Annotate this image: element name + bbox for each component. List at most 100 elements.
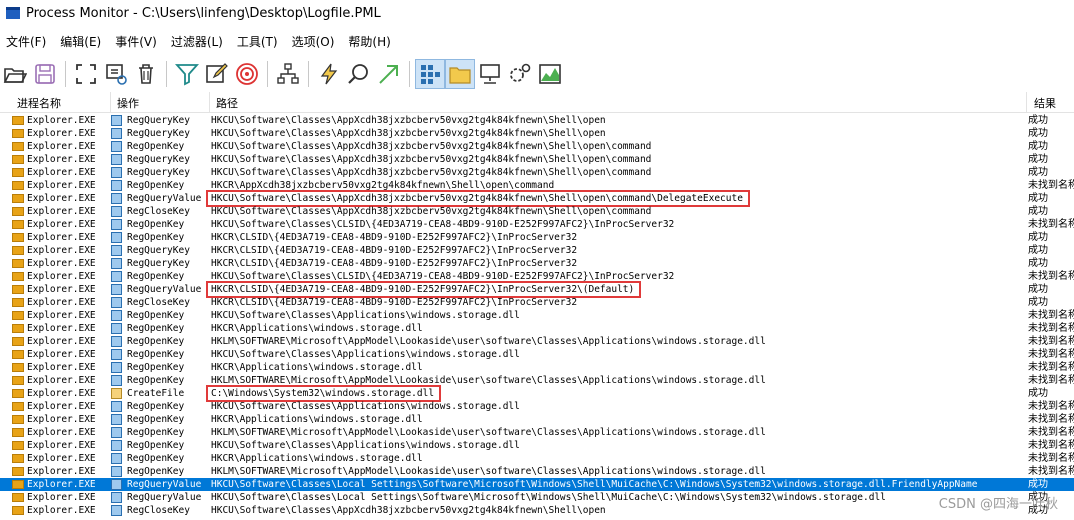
process-icon [12,207,24,216]
table-row[interactable]: Explorer.EXE RegOpenKey HKCU\Software\Clas… [0,439,1074,452]
registry-op-icon [111,284,122,295]
process-icon [12,493,24,502]
process-icon [12,116,24,125]
result-cell: 成功 [1028,115,1048,126]
operation-cell: RegQueryKey [127,167,190,178]
table-row[interactable]: Explorer.EXE RegOpenKey HKCU\Software\Clas… [0,400,1074,413]
table-row[interactable]: Explorer.EXE RegQueryValue HKCU\Software\C… [0,491,1074,504]
lightning-icon[interactable] [314,59,344,89]
network-activity-icon[interactable] [475,59,505,89]
process-icon [12,363,24,372]
table-row[interactable]: Explorer.EXE RegQueryKey HKCR\CLSID\{4ED3A… [0,257,1074,270]
process-name-cell: Explorer.EXE [27,219,96,230]
menu-help[interactable]: 帮助(H) [348,33,390,50]
table-row[interactable]: Explorer.EXE RegOpenKey HKCR\Applications\… [0,361,1074,374]
menu-options[interactable]: 选项(O) [292,33,335,50]
table-row[interactable]: Explorer.EXE RegOpenKey HKLM\SOFTWARE\Micr… [0,465,1074,478]
registry-op-icon [111,349,122,360]
process-icon [12,129,24,138]
table-row[interactable]: Explorer.EXE RegCloseKey HKCU\Software\Cla… [0,504,1074,517]
table-row[interactable]: Explorer.EXE RegOpenKey HKCR\Applications\… [0,322,1074,335]
filter-icon[interactable] [172,59,202,89]
operation-cell: RegOpenKey [127,375,185,386]
table-row[interactable]: Explorer.EXE RegOpenKey HKLM\SOFTWARE\Micr… [0,335,1074,348]
registry-op-icon [111,453,122,464]
result-cell: 未找到名称 [1028,414,1074,425]
path-cell: HKCU\Software\Classes\AppXcdh38jxzbcberv… [211,154,652,165]
column-divider[interactable] [209,92,210,112]
table-row[interactable]: Explorer.EXE RegOpenKey HKCU\Software\Clas… [0,140,1074,153]
process-name-cell: Explorer.EXE [27,440,96,451]
registry-op-icon [111,492,122,503]
filesystem-activity-icon[interactable] [445,59,475,89]
table-row[interactable]: Explorer.EXE RegCloseKey HKCU\Software\Cla… [0,205,1074,218]
process-icon [12,168,24,177]
table-row[interactable]: Explorer.EXE RegQueryKey HKCR\CLSID\{4ED3A… [0,244,1074,257]
table-row[interactable]: Explorer.EXE RegQueryValue HKCR\CLSID\{4ED… [0,281,1074,298]
menu-tools[interactable]: 工具(T) [237,33,278,50]
autoscroll-icon[interactable] [71,59,101,89]
process-icon [12,259,24,268]
table-row[interactable]: Explorer.EXE RegOpenKey HKCU\Software\Clas… [0,218,1074,231]
table-row[interactable]: Explorer.EXE RegQueryKey HKCU\Software\Cla… [0,114,1074,127]
registry-activity-icon[interactable] [415,59,445,89]
save-icon[interactable] [30,59,60,89]
result-cell: 未找到名称 [1028,427,1074,438]
process-tree-icon[interactable] [273,59,303,89]
profiling-activity-icon[interactable] [535,59,565,89]
process-name-cell: Explorer.EXE [27,323,96,334]
operation-cell: RegCloseKey [127,206,190,217]
table-row[interactable]: Explorer.EXE RegOpenKey HKCR\CLSID\{4ED3A7… [0,231,1074,244]
open-icon[interactable] [0,59,30,89]
process-name-cell: Explorer.EXE [27,492,96,503]
result-cell: 成功 [1028,479,1048,490]
table-row[interactable]: Explorer.EXE RegQueryKey HKCU\Software\Cla… [0,127,1074,140]
clear-icon[interactable] [131,59,161,89]
operation-cell: RegOpenKey [127,349,185,360]
column-process-name[interactable]: 进程名称 [17,95,61,111]
column-divider[interactable] [110,92,111,112]
table-row[interactable]: Explorer.EXE RegQueryKey HKCU\Software\Cla… [0,153,1074,166]
operation-cell: RegOpenKey [127,427,185,438]
table-row[interactable]: Explorer.EXE RegOpenKey HKCR\Applications\… [0,452,1074,465]
operation-cell: RegQueryValue [127,284,202,295]
menu-edit[interactable]: 编辑(E) [60,33,101,50]
registry-op-icon [111,466,122,477]
table-row[interactable]: Explorer.EXE RegOpenKey HKCU\Software\Clas… [0,348,1074,361]
capture-icon[interactable] [101,59,131,89]
table-row[interactable]: Explorer.EXE RegOpenKey HKCR\Applications\… [0,413,1074,426]
menu-event[interactable]: 事件(V) [115,33,157,50]
process-thread-activity-icon[interactable] [505,59,535,89]
result-cell: 成功 [1028,258,1048,269]
registry-op-icon [111,232,122,243]
find-icon[interactable] [344,59,374,89]
process-name-cell: Explorer.EXE [27,401,96,412]
table-row[interactable]: Explorer.EXE RegQueryValue HKCU\Software\C… [0,190,1074,207]
menu-filter[interactable]: 过滤器(L) [171,33,223,50]
path-cell: HKCU\Software\Classes\Applications\windo… [211,440,520,451]
table-row[interactable]: Explorer.EXE RegOpenKey HKLM\SOFTWARE\Micr… [0,426,1074,439]
column-path[interactable]: 路径 [216,95,238,111]
registry-op-icon [111,375,122,386]
registry-op-icon [111,271,122,282]
result-cell: 未找到名称 [1028,310,1074,321]
column-divider[interactable] [1026,92,1027,112]
menu-file[interactable]: 文件(F) [6,33,46,50]
jump-icon[interactable] [374,59,404,89]
table-row[interactable]: Explorer.EXE RegOpenKey HKCU\Software\Clas… [0,309,1074,322]
table-row[interactable]: Explorer.EXE RegQueryKey HKCU\Software\Cla… [0,166,1074,179]
watermark: CSDN @四海一叶秋 [938,497,1058,512]
table-row[interactable]: Explorer.EXE RegOpenKey HKLM\SOFTWARE\Micr… [0,374,1074,387]
table-row[interactable]: Explorer.EXE CreateFile C:\Windows\System3… [0,385,1074,402]
table-row[interactable]: Explorer.EXE RegQueryValue HKCU\Software\C… [0,478,1074,491]
column-result[interactable]: 结果 [1034,95,1056,111]
highlight-icon[interactable] [202,59,232,89]
column-operation[interactable]: 操作 [117,95,139,111]
process-name-cell: Explorer.EXE [27,388,96,399]
registry-op-icon [111,206,122,217]
table-row[interactable]: Explorer.EXE RegCloseKey HKCR\CLSID\{4ED3A… [0,296,1074,309]
operation-cell: RegQueryValue [127,193,202,204]
target-icon[interactable] [232,59,262,89]
result-cell: 成功 [1028,297,1048,308]
result-cell: 成功 [1028,232,1048,243]
